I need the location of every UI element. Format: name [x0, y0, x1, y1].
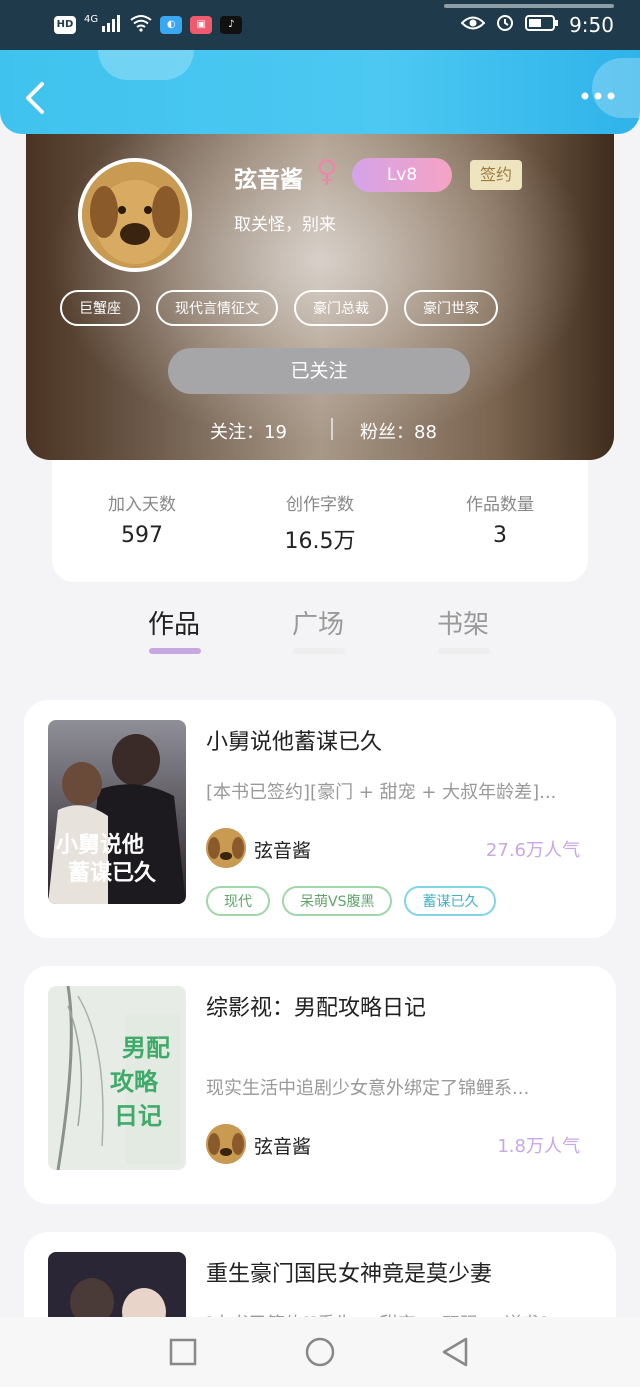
stat-word-count: 创作字数 16.5万: [230, 490, 410, 555]
book-title[interactable]: 综影视：男配攻略日记: [206, 990, 426, 1022]
status-left: HD 4G ◐ ▣ ♪: [54, 14, 243, 36]
stat-label: 加入天数: [108, 495, 176, 515]
stat-value: 597: [121, 523, 163, 548]
book-tags: 现代 呆萌VS腹黑 蓄谋已久: [206, 886, 497, 916]
signal-label: 4G: [84, 14, 99, 25]
following-count[interactable]: 关注：19: [210, 418, 287, 444]
app-icon-1: ◐: [160, 16, 183, 34]
profile-tag[interactable]: 豪门总裁: [294, 290, 388, 326]
profile-motto: 取关怪，别来: [234, 215, 336, 235]
stat-label: 创作字数: [286, 495, 354, 515]
svg-text:日记: 日记: [114, 1101, 162, 1130]
book-tag[interactable]: 呆萌VS腹黑: [282, 886, 393, 916]
tab-square[interactable]: 广场: [292, 604, 344, 641]
profile-tag[interactable]: 现代言情征文: [156, 290, 278, 326]
triangle-back-icon[interactable]: [438, 1335, 472, 1369]
svg-text:男配: 男配: [122, 1033, 170, 1062]
app-header: [0, 50, 640, 134]
author-avatar: [206, 1124, 246, 1164]
tab-bookshelf[interactable]: 书架: [437, 604, 489, 641]
decor-bubble: [98, 50, 194, 80]
signal-icon: 4G: [84, 14, 122, 36]
app-icon-2: ▣: [190, 16, 213, 34]
square-recent-icon[interactable]: [166, 1335, 200, 1369]
more-horizontal-icon[interactable]: [580, 84, 616, 108]
level-badge: Lv8: [352, 158, 452, 192]
author-avatar: [206, 828, 246, 868]
profile-tag[interactable]: 豪门世家: [404, 290, 498, 326]
book-author: 弦音酱: [254, 1136, 312, 1158]
book-popularity: 27.6万人气: [485, 840, 580, 861]
status-indicator-bar: [444, 4, 614, 8]
fans-count[interactable]: 粉丝：88: [360, 418, 437, 444]
svg-text:小舅说他: 小舅说他: [56, 832, 144, 858]
wifi-icon: [130, 14, 152, 36]
status-right: 9:50: [460, 12, 614, 37]
stat-value: 3: [493, 523, 507, 548]
circle-home-icon[interactable]: [303, 1335, 337, 1369]
tab-works[interactable]: 作品: [148, 604, 200, 641]
tiktok-icon: ♪: [220, 16, 243, 34]
book-card[interactable]: 男配 攻略 日记 综影视：男配攻略日记 现实生活中追剧少女意外绑定了锦鲤系...…: [24, 966, 616, 1204]
hd-icon: HD: [54, 16, 76, 34]
book-tag[interactable]: 现代: [206, 886, 270, 916]
book-cover[interactable]: 小舅说他 蓄谋已久: [48, 720, 186, 904]
tab-indicator: [149, 648, 201, 654]
stat-value: 16.5万: [284, 529, 356, 554]
profile-tag[interactable]: 巨蟹座: [60, 290, 140, 326]
divider: [331, 418, 333, 440]
book-desc: [本书已签约][豪门 + 甜宠 + 大叔年龄差]...: [206, 782, 557, 803]
stat-label: 作品数量: [466, 495, 534, 515]
follow-counts: 关注：19 粉丝：88: [26, 414, 614, 446]
book-cover[interactable]: 男配 攻略 日记: [48, 986, 186, 1170]
signed-badge: 签约: [470, 160, 522, 190]
svg-text:攻略: 攻略: [110, 1067, 159, 1096]
status-bar: HD 4G ◐ ▣ ♪ 9:50: [0, 0, 640, 50]
status-time: 9:50: [569, 12, 614, 37]
tab-indicator: [293, 648, 345, 654]
book-author: 弦音酱: [254, 840, 312, 862]
book-desc: 现实生活中追剧少女意外绑定了锦鲤系...: [206, 1078, 530, 1099]
profile-tags: 巨蟹座 现代言情征文 豪门总裁 豪门世家: [60, 290, 498, 326]
chevron-left-icon[interactable]: [22, 80, 50, 116]
stat-works-count: 作品数量 3: [410, 490, 590, 548]
stats-panel: 加入天数 597 创作字数 16.5万 作品数量 3: [52, 460, 588, 582]
avatar[interactable]: [78, 158, 192, 272]
book-title[interactable]: 重生豪门国民女神竟是莫少妻: [206, 1256, 492, 1288]
stat-join-days: 加入天数 597: [52, 490, 232, 548]
svg-text:蓄谋已久: 蓄谋已久: [68, 860, 156, 886]
eye-icon: [460, 13, 486, 37]
tab-indicator: [438, 648, 490, 654]
book-card[interactable]: 小舅说他 蓄谋已久 小舅说他蓄谋已久 [本书已签约][豪门 + 甜宠 + 大叔年…: [24, 700, 616, 938]
book-tag[interactable]: 蓄谋已久: [404, 886, 497, 916]
system-nav-bar: [0, 1317, 640, 1387]
book-title[interactable]: 小舅说他蓄谋已久: [206, 724, 382, 756]
book-popularity: 1.8万人气: [497, 1136, 580, 1157]
profile-card: 弦音酱 ♀ Lv8 签约 取关怪，别来 巨蟹座 现代言情征文 豪门总裁 豪门世家…: [26, 128, 614, 460]
female-icon: ♀: [316, 154, 338, 189]
alarm-icon: [495, 12, 515, 37]
follow-button[interactable]: 已关注: [168, 348, 470, 394]
battery-icon: [525, 13, 559, 37]
username: 弦音酱: [234, 167, 303, 193]
